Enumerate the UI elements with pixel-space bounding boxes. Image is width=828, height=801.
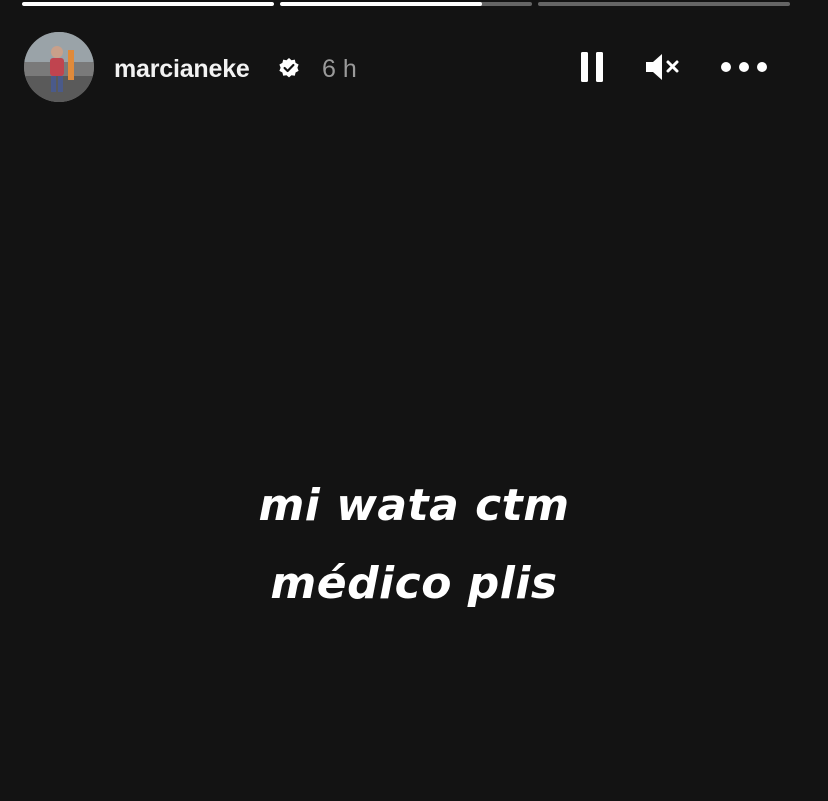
more-options-button[interactable] — [718, 46, 770, 88]
mute-button[interactable] — [642, 46, 684, 88]
username[interactable]: marcianeke — [114, 54, 250, 84]
story-caption-line: mi wata ctm — [258, 480, 570, 531]
muted-speaker-icon — [646, 54, 679, 80]
story-header: marcianeke 6 h — [22, 30, 806, 104]
pause-icon — [581, 52, 603, 82]
verified-badge-icon — [278, 57, 300, 79]
avatar[interactable] — [24, 32, 94, 102]
story-viewer[interactable]: marcianeke 6 h mi wata ctm médico plis — [0, 0, 828, 801]
more-options-icon — [721, 62, 767, 72]
progress-segment — [538, 2, 790, 6]
progress-segment — [22, 2, 274, 6]
story-progress-bar — [22, 2, 790, 6]
pause-button[interactable] — [574, 46, 610, 88]
story-timestamp: 6 h — [322, 55, 357, 83]
story-caption-line: médico plis — [270, 558, 558, 609]
progress-segment — [280, 2, 532, 6]
